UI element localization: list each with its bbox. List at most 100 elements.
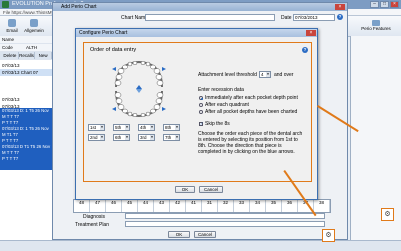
order-select[interactable]: 1st ▼	[88, 124, 105, 131]
order-select[interactable]: 2nd ▼	[88, 134, 105, 141]
panel-tabs: Delete Recalls New	[0, 52, 53, 60]
grid-header: 48	[74, 200, 90, 212]
email-button[interactable]: Email	[2, 18, 22, 34]
perio-grid[interactable]: 48 47 46 45 44 43 42 41 31 32 33 34 35 3…	[73, 199, 331, 213]
order-select-value: 1st	[90, 125, 97, 130]
tab-delete[interactable]: Delete	[2, 52, 19, 59]
grid-header: 47	[90, 200, 106, 212]
date-input[interactable]: 07/03/2013	[293, 14, 335, 21]
threshold-select[interactable]: 4 ▼	[259, 71, 271, 78]
order-select-value: 2nd	[90, 135, 98, 140]
grid-header: 31	[202, 200, 218, 212]
perio-features-label: Perio Features	[361, 26, 391, 31]
date-label: Date	[281, 15, 292, 21]
radio-immediately[interactable]	[199, 96, 203, 100]
minimize-button[interactable]: –	[370, 1, 379, 8]
grid-header: 44	[138, 200, 154, 212]
diagnosis-label: Diagnosis	[83, 214, 105, 220]
skip-8s-checkbox[interactable]	[199, 121, 203, 126]
configure-perio-chart-dialog: Configure Perio Chart × Order of data en…	[75, 28, 318, 200]
order-select[interactable]: 6th ▼	[113, 134, 130, 141]
recession-title: Enter recession data	[198, 87, 244, 93]
perio-ok-button[interactable]: OK	[168, 231, 190, 238]
radio-after-all-label: After all pocket depths have been charte…	[205, 109, 298, 115]
order-select[interactable]: 5th ▼	[113, 124, 130, 131]
radio-immediately-label: Immediately after each pocket depth poin…	[205, 95, 298, 101]
threshold-value: 4	[261, 72, 264, 77]
order-select-value: 8th	[165, 125, 172, 130]
grid-header: 33	[234, 200, 250, 212]
grid-header: 38	[314, 200, 330, 212]
order-select[interactable]: 7th ▼	[163, 134, 180, 141]
list-item[interactable]: 07/03/13	[0, 62, 52, 69]
maximize-button[interactable]: □	[380, 1, 389, 8]
dialog-title-bar: Configure Perio Chart	[76, 29, 317, 37]
tab-recalls[interactable]: Recalls	[19, 52, 36, 59]
help-text: Choose the order each piece of the denta…	[198, 131, 303, 155]
chart-name-label: Chart Name	[121, 15, 148, 21]
grid-header: 41	[186, 200, 202, 212]
app-logo-icon	[2, 1, 9, 8]
order-select-value: 7th	[165, 135, 172, 140]
chevron-down-icon: ▼	[125, 125, 129, 130]
order-select[interactable]: 8th ▼	[163, 124, 180, 131]
perio-cancel-button[interactable]: Cancel	[194, 231, 216, 238]
configure-icon[interactable]: ⚙	[322, 229, 335, 242]
diagnosis-input[interactable]	[125, 213, 325, 219]
chevron-down-icon: ▼	[100, 135, 104, 140]
grid-header: 32	[218, 200, 234, 212]
radio-after-quadrant-label: After each quadrant	[205, 102, 249, 108]
order-select-value: 6th	[115, 135, 122, 140]
treatment-plan-input[interactable]	[125, 221, 325, 227]
general-icon	[30, 19, 38, 27]
code-value: ALTH	[26, 45, 38, 50]
order-select[interactable]: 4th ▼	[138, 124, 155, 131]
radio-after-all[interactable]	[199, 110, 203, 114]
dialog-help-icon[interactable]: ?	[302, 47, 308, 53]
chevron-down-icon: ▼	[150, 125, 154, 130]
skip-8s-label: Skip the 8s	[205, 121, 230, 127]
order-select-value: 5th	[115, 125, 122, 130]
list-item[interactable]: P T T T7	[0, 156, 52, 162]
perio-window-title: Add Perio Chart	[61, 4, 97, 10]
threshold-suffix: and over	[274, 72, 294, 78]
grid-header: 46	[106, 200, 122, 212]
list-item[interactable]: 07/03/13 Chart 07	[0, 69, 52, 76]
grid-header: 36	[282, 200, 298, 212]
order-select-value: 3rd	[140, 135, 147, 140]
dialog-ok-button[interactable]: OK	[175, 186, 195, 193]
email-icon	[8, 19, 16, 27]
general-label: Allgemein	[24, 28, 44, 33]
perio-window-title-bar: Add Perio Chart	[53, 3, 347, 11]
perio-features-button[interactable]: Perio Features	[352, 20, 400, 34]
chart-name-input[interactable]	[145, 14, 275, 21]
grid-header: 34	[250, 200, 266, 212]
grid-header: 42	[170, 200, 186, 212]
order-select[interactable]: 3rd ▼	[138, 134, 155, 141]
tab-new[interactable]: New	[35, 52, 53, 59]
treatment-plan-label: Treatment Plan	[75, 222, 109, 228]
perio-close-button[interactable]: ×	[335, 4, 345, 10]
code-label: Code	[2, 45, 13, 50]
configure-icon[interactable]: ⚙	[381, 208, 394, 221]
order-title: Order of data entry	[90, 47, 137, 53]
grid-header: 45	[122, 200, 138, 212]
chevron-down-icon: ▼	[175, 135, 179, 140]
grid-header: 35	[266, 200, 282, 212]
dialog-cancel-button[interactable]: Cancel	[199, 186, 223, 193]
general-button[interactable]: Allgemein	[24, 18, 44, 34]
dialog-close-button[interactable]: ×	[306, 30, 316, 36]
app-window-controls: – □ ×	[370, 1, 399, 8]
code-combo[interactable]: Code ALTH	[0, 44, 52, 52]
close-button[interactable]: ×	[390, 1, 399, 8]
status-bar	[0, 240, 401, 251]
radio-after-quadrant[interactable]	[199, 103, 203, 107]
chart-history-list[interactable]: 07/03/13 D: 1 T5 26 Nov M T T T7 P T T T…	[0, 108, 52, 170]
threshold-label: Attachment level threshold	[198, 72, 257, 78]
perio-help-icon[interactable]: ?	[337, 14, 343, 20]
order-of-data-entry-group: Order of data entry ? 1st ▼ 2nd ▼ 5th ▼ 6th…	[86, 45, 309, 177]
email-label: Email	[6, 28, 18, 33]
chevron-down-icon: ▼	[100, 125, 104, 130]
list-item[interactable]: 07/03/13	[0, 96, 52, 103]
name-combo[interactable]: Name	[0, 36, 52, 44]
